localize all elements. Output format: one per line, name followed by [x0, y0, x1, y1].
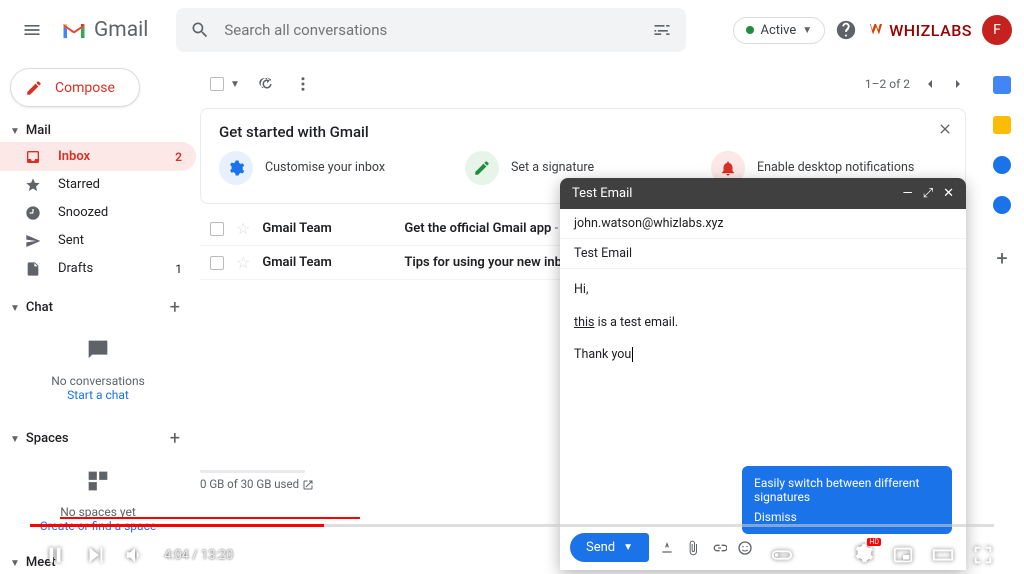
close-icon[interactable] — [937, 121, 953, 137]
compose-button[interactable]: Compose — [10, 68, 140, 107]
sidebar-item-sent[interactable]: Sent — [0, 227, 196, 255]
captions-button[interactable]: CC — [811, 548, 834, 563]
account-avatar[interactable]: F — [982, 15, 1012, 45]
keep-icon[interactable] — [993, 116, 1011, 134]
header-right-area: Active ▼ WHIZLABS F — [733, 15, 1012, 45]
sidebar-item-starred[interactable]: Starred — [0, 171, 196, 199]
email-subject: Tips for using your new inbox — [404, 255, 575, 270]
bell-icon — [719, 159, 737, 177]
compose-header[interactable]: Test Email — ⤢ ✕ — [560, 178, 966, 209]
whizlabs-brand: WHIZLABS — [867, 21, 972, 40]
fullscreen-button[interactable]: ⤢ — [923, 186, 933, 201]
star-toggle[interactable]: ☆ — [236, 253, 250, 272]
autoplay-toggle[interactable] — [771, 544, 793, 566]
pen-icon — [473, 159, 491, 177]
start-chat-link[interactable]: Start a chat — [0, 388, 196, 402]
search-input[interactable] — [224, 21, 638, 39]
status-dot-icon — [746, 26, 754, 34]
compose-subject-field[interactable]: Test Email — [560, 239, 966, 269]
clock-icon — [25, 205, 41, 221]
gear-icon — [227, 159, 245, 177]
pager: 1–2 of 2 — [865, 76, 966, 92]
sent-icon — [25, 233, 41, 249]
search-options-icon[interactable] — [652, 20, 672, 40]
email-subject: Get the official Gmail app — [404, 221, 551, 236]
gs-customise-inbox[interactable]: Customise your inbox — [219, 151, 455, 185]
miniplayer-button[interactable] — [892, 544, 914, 566]
mail-section-header[interactable]: ▼Mail — [0, 119, 196, 142]
inbox-label: Inbox — [58, 149, 90, 164]
next-button[interactable] — [84, 544, 106, 566]
compose-label: Compose — [55, 80, 115, 96]
pause-button[interactable] — [44, 544, 66, 566]
fullscreen-button[interactable] — [972, 544, 994, 566]
search-bar[interactable] — [176, 8, 686, 52]
open-in-new-icon[interactable] — [302, 479, 314, 491]
select-all-checkbox[interactable] — [210, 77, 224, 91]
select-dropdown[interactable]: ▼ — [230, 79, 240, 90]
sidebar: Compose ▼Mail Inbox 2 Starred Snoozed Se… — [0, 60, 196, 574]
main-layout: Compose ▼Mail Inbox 2 Starred Snoozed Se… — [0, 60, 1024, 574]
pager-label: 1–2 of 2 — [865, 77, 910, 91]
app-header: Gmail Active ▼ WHIZLABS F — [0, 0, 1024, 60]
status-label: Active — [760, 23, 796, 38]
row-checkbox[interactable] — [210, 256, 224, 270]
page-next-button[interactable] — [950, 76, 966, 92]
compose-title: Test Email — [572, 186, 632, 201]
contacts-icon[interactable] — [993, 196, 1011, 214]
dismiss-tip-button[interactable]: Dismiss — [754, 510, 940, 524]
refresh-button[interactable] — [258, 75, 276, 93]
main-menu-button[interactable] — [12, 10, 52, 50]
chat-bubble-icon — [84, 336, 112, 364]
video-time-label: 4:04 / 13:20 — [164, 548, 233, 563]
new-chat-button[interactable]: + — [170, 297, 180, 318]
minimise-button[interactable]: — — [903, 186, 913, 201]
theatre-mode-button[interactable] — [932, 544, 954, 566]
compose-pencil-icon — [25, 79, 43, 97]
sidebar-item-snoozed[interactable]: Snoozed — [0, 199, 196, 227]
chat-section-header[interactable]: ▼Chat+ — [0, 293, 196, 322]
tasks-icon[interactable] — [993, 156, 1011, 174]
sidebar-item-drafts[interactable]: Drafts1 — [0, 255, 196, 283]
more-menu-button[interactable] — [294, 75, 312, 93]
hamburger-icon — [22, 20, 42, 40]
close-compose-button[interactable]: ✕ — [943, 186, 954, 201]
video-progress-bar[interactable] — [30, 524, 994, 527]
compose-window: Test Email — ⤢ ✕ john.watson@whizlabs.xy… — [560, 178, 966, 570]
add-ons-button[interactable]: + — [996, 246, 1007, 270]
email-sender: Gmail Team — [262, 255, 392, 270]
inbox-count: 2 — [175, 150, 182, 164]
compose-to-field[interactable]: john.watson@whizlabs.xyz — [560, 209, 966, 239]
get-started-title: Get started with Gmail — [219, 123, 947, 141]
star-icon — [25, 177, 41, 193]
spaces-section-header[interactable]: ▼Spaces+ — [0, 424, 196, 453]
status-chip[interactable]: Active ▼ — [733, 17, 825, 44]
sidebar-item-inbox[interactable]: Inbox 2 — [0, 142, 196, 170]
spaces-grid-icon — [84, 467, 112, 495]
inbox-icon — [25, 149, 41, 165]
page-prev-button[interactable] — [922, 76, 938, 92]
right-side-panel: + — [980, 60, 1024, 574]
new-space-button[interactable]: + — [170, 428, 180, 449]
email-sender: Gmail Team — [262, 221, 392, 236]
content-pane: ▼ 1–2 of 2 Get started with Gmail Custom… — [196, 60, 980, 574]
star-toggle[interactable]: ☆ — [236, 219, 250, 238]
gmail-logo[interactable]: Gmail — [60, 18, 168, 42]
whizlabs-logo-icon — [867, 21, 885, 39]
settings-button[interactable]: HD — [852, 542, 874, 568]
chat-empty-state: No conversations Start a chat — [0, 322, 196, 416]
drafts-icon — [25, 261, 41, 277]
volume-button[interactable] — [124, 544, 146, 566]
row-checkbox[interactable] — [210, 222, 224, 236]
help-icon[interactable] — [835, 19, 857, 41]
gmail-m-icon — [60, 19, 88, 41]
calendar-icon[interactable] — [993, 76, 1011, 94]
mail-toolbar: ▼ 1–2 of 2 — [200, 64, 966, 104]
video-controls-overlay: 4:04 / 13:20 CC HD — [0, 524, 1024, 574]
search-icon — [190, 20, 210, 40]
app-name-label: Gmail — [94, 18, 148, 42]
